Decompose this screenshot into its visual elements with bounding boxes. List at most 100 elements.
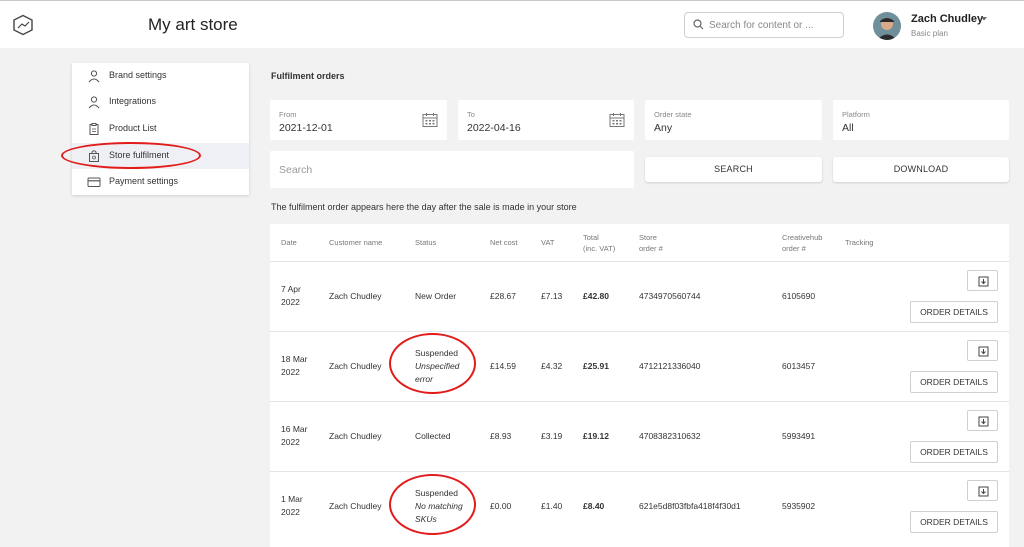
search-icon: [693, 19, 704, 30]
to-label: To: [467, 110, 475, 119]
creativehub-order-number: 6105690: [782, 291, 816, 301]
download-invoice-button[interactable]: [967, 340, 998, 361]
vat: £3.19: [541, 431, 563, 441]
person-icon: [88, 70, 100, 83]
col-header-status: Status: [415, 238, 437, 247]
col-header-creativehub-order: Creativehub order #: [782, 232, 822, 254]
orders-table: Date Customer name Status Net cost VAT T…: [270, 224, 1009, 547]
order-date: 16 Mar 2022: [281, 424, 308, 447]
clipboard-icon: [89, 123, 99, 135]
order-status: Suspended Unspecified error: [415, 348, 460, 384]
order-details-button[interactable]: ORDER DETAILS: [910, 511, 998, 533]
store-order-number: 621e5d8f03fbfa418f4f30d1: [639, 501, 741, 511]
col-header-total-line2: (inc. VAT): [583, 244, 616, 253]
sidebar-item-label: Product List: [109, 123, 157, 133]
vat: £4.32: [541, 361, 563, 371]
col-header-store-order-line2: order #: [639, 244, 663, 253]
net-cost: £28.67: [490, 291, 516, 301]
order-state-label: Order state: [654, 110, 692, 119]
store-order-number: 4708382310632: [639, 431, 701, 441]
sidebar-item-product-list[interactable]: Product List: [72, 116, 249, 142]
table-row: 16 Mar 2022 Zach Chudley Collected £8.93 …: [270, 401, 1009, 471]
download-icon: [978, 416, 989, 427]
total: £25.91: [583, 361, 609, 371]
global-search-input[interactable]: [709, 16, 839, 34]
download-icon: [978, 346, 989, 357]
order-state-value[interactable]: Any: [654, 122, 672, 134]
total: £42.80: [583, 291, 609, 301]
customer-name: Zach Chudley: [329, 431, 382, 441]
order-status: Suspended No matching SKUs: [415, 488, 463, 524]
to-date-field[interactable]: To 2022-04-16: [458, 100, 634, 140]
info-text: The fulfilment order appears here the da…: [271, 202, 577, 212]
order-search-field[interactable]: [270, 151, 634, 188]
net-cost: £0.00: [490, 501, 512, 511]
sidebar-item-integrations[interactable]: Integrations: [72, 89, 249, 115]
order-details-button[interactable]: ORDER DETAILS: [910, 371, 998, 393]
from-date-field[interactable]: From 2021-12-01: [270, 100, 447, 140]
platform-label: Platform: [842, 110, 870, 119]
download-invoice-button[interactable]: [967, 480, 998, 501]
settings-sidebar: Brand settings Integrations Product List…: [72, 63, 249, 195]
total: £19.12: [583, 431, 609, 441]
col-header-vat: VAT: [541, 238, 555, 247]
download-invoice-button[interactable]: [967, 410, 998, 431]
credit-card-icon: [87, 177, 101, 187]
col-header-ch-order-line2: order #: [782, 244, 806, 253]
order-details-button[interactable]: ORDER DETAILS: [910, 441, 998, 463]
avatar[interactable]: [873, 12, 901, 40]
sidebar-item-brand-settings[interactable]: Brand settings: [72, 63, 249, 89]
sidebar-item-label: Brand settings: [109, 70, 167, 80]
col-header-ch-order-line1: Creativehub: [782, 233, 823, 242]
order-state-select[interactable]: Order state Any: [645, 100, 822, 140]
download-button[interactable]: DOWNLOAD: [833, 157, 1009, 182]
order-details-button[interactable]: ORDER DETAILS: [910, 301, 998, 323]
vat: £1.40: [541, 501, 563, 511]
sidebar-item-label: Store fulfilment: [109, 150, 170, 160]
download-invoice-button[interactable]: [967, 270, 998, 291]
order-status: New Order: [415, 291, 457, 301]
from-label: From: [279, 110, 297, 119]
order-search-input[interactable]: [279, 161, 619, 179]
total: £8.40: [583, 501, 605, 511]
order-date: 1 Mar 2022: [281, 494, 303, 517]
sidebar-item-store-fulfilment[interactable]: Store fulfilment: [72, 143, 249, 169]
download-icon: [978, 486, 989, 497]
table-row: 7 Apr 2022 Zach Chudley New Order £28.67 …: [270, 261, 1009, 331]
col-header-net-cost: Net cost: [490, 238, 518, 247]
table-row: 1 Mar 2022 Zach Chudley Suspended No matc…: [270, 471, 1009, 541]
sidebar-item-payment-settings[interactable]: Payment settings: [72, 169, 249, 195]
creativehub-order-number: 6013457: [782, 361, 816, 371]
global-search[interactable]: [684, 12, 844, 38]
col-header-date: Date: [281, 238, 297, 247]
to-value[interactable]: 2022-04-16: [467, 122, 521, 134]
customer-name: Zach Chudley: [329, 291, 382, 301]
customer-name: Zach Chudley: [329, 361, 382, 371]
col-header-total: Total (inc. VAT): [583, 232, 615, 254]
order-status: Collected: [415, 431, 451, 441]
net-cost: £8.93: [490, 431, 512, 441]
creativehub-order-number: 5993491: [782, 431, 816, 441]
top-bar: My art store Zach Chudley Basic plan: [0, 0, 1024, 48]
platform-value[interactable]: All: [842, 122, 854, 134]
calendar-icon[interactable]: [422, 112, 438, 128]
store-title: My art store: [148, 15, 238, 34]
user-plan: Basic plan: [911, 29, 948, 38]
caret-down-icon[interactable]: [980, 16, 988, 22]
table-row: 18 Mar 2022 Zach Chudley Suspended Unspec…: [270, 331, 1009, 401]
calendar-icon[interactable]: [609, 112, 625, 128]
platform-select[interactable]: Platform All: [833, 100, 1009, 140]
section-title: Fulfilment orders: [271, 71, 345, 81]
user-name[interactable]: Zach Chudley: [911, 13, 983, 25]
search-button[interactable]: SEARCH: [645, 157, 822, 182]
store-order-number: 4734970560744: [639, 291, 701, 301]
customer-name: Zach Chudley: [329, 501, 382, 511]
sidebar-item-label: Integrations: [109, 96, 157, 106]
order-date: 18 Mar 2022: [281, 354, 308, 377]
from-value[interactable]: 2021-12-01: [279, 122, 333, 134]
col-header-store-order: Store order #: [639, 232, 663, 254]
sidebar-item-label: Payment settings: [109, 176, 179, 186]
col-header-tracking: Tracking: [845, 238, 874, 247]
logo-icon[interactable]: [12, 14, 34, 36]
creativehub-order-number: 5935902: [782, 501, 816, 511]
